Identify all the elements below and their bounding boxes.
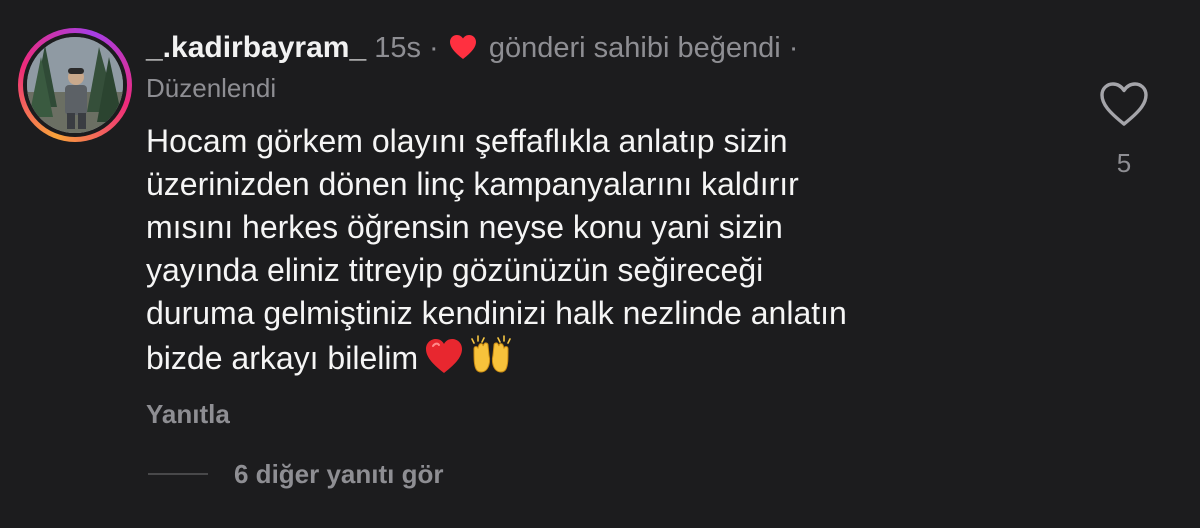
avatar-story-ring[interactable] bbox=[18, 28, 132, 142]
reply-button[interactable]: Yanıtla bbox=[146, 396, 230, 432]
heart-outline-icon bbox=[1100, 82, 1148, 126]
view-replies-label: 6 diğer yanıtı gör bbox=[234, 458, 444, 489]
red-heart-emoji-icon bbox=[424, 337, 464, 386]
separator-dot-2: · bbox=[788, 32, 799, 64]
like-count: 5 bbox=[1116, 148, 1132, 178]
comment-time: 15s bbox=[374, 32, 421, 64]
like-button[interactable] bbox=[1098, 80, 1150, 128]
avatar-photo bbox=[27, 37, 123, 133]
liked-heart-icon bbox=[449, 31, 477, 71]
raising-hands-emoji-icon bbox=[470, 335, 512, 386]
comment-thread: _.kadirbayram_ 15s · gönderi sahibi beğe… bbox=[0, 0, 1200, 528]
comment-text: Hocam görkem olayını şeffaflıkla anlatıp… bbox=[146, 120, 1066, 386]
comment-header: _.kadirbayram_ 15s · gönderi sahibi beğe… bbox=[146, 28, 798, 71]
username-link[interactable]: _.kadirbayram_ bbox=[146, 31, 366, 64]
author-liked-label: gönderi sahibi beğendi bbox=[488, 32, 781, 64]
avatar[interactable] bbox=[27, 37, 123, 133]
view-replies-button[interactable]: 6 diğer yanıtı gör bbox=[148, 456, 444, 492]
replies-divider-line bbox=[148, 473, 208, 475]
edited-label: Düzenlendi bbox=[146, 73, 277, 103]
separator-dot: · bbox=[429, 32, 439, 64]
